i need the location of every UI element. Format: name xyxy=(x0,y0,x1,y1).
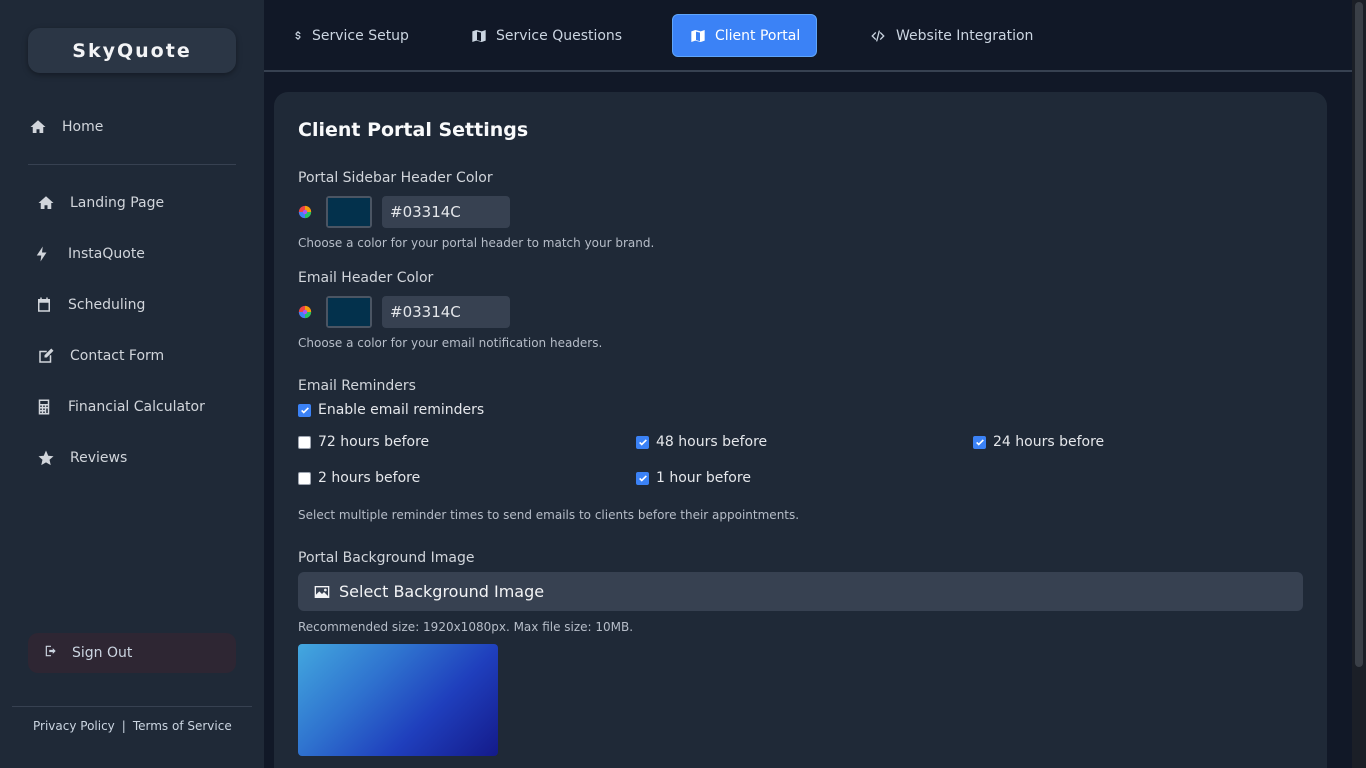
checkbox-label: Enable email reminders xyxy=(318,402,485,418)
swatch-fill xyxy=(328,298,370,326)
bolt-icon xyxy=(32,244,52,264)
home-icon xyxy=(28,117,48,137)
tab-service-setup[interactable]: Service Setup xyxy=(276,14,425,57)
page-title: Client Portal Settings xyxy=(298,119,529,141)
background-image-preview xyxy=(298,644,498,756)
sidebar-item-home[interactable]: Home xyxy=(28,107,236,147)
sidebar-color-label: Portal Sidebar Header Color xyxy=(298,170,493,186)
calendar-icon xyxy=(34,295,54,315)
checkbox-unchecked[interactable] xyxy=(298,471,311,485)
checkbox-checked[interactable] xyxy=(636,471,649,485)
background-image-help: Recommended size: 1920x1080px. Max file … xyxy=(298,620,634,634)
sidebar-item-label: Home xyxy=(62,119,104,135)
sidebar-item-label: Scheduling xyxy=(68,297,146,313)
sidebar-divider xyxy=(28,164,236,165)
image-icon xyxy=(314,585,330,598)
footer-links: Privacy Policy | Terms of Service xyxy=(33,719,232,733)
checkbox-unchecked[interactable] xyxy=(298,435,311,449)
tab-bar: Service Setup Service Questions Client P… xyxy=(264,0,1352,72)
select-background-image-button[interactable]: Select Background Image xyxy=(298,572,1303,611)
tab-website-integration[interactable]: Website Integration xyxy=(852,14,1049,57)
map-icon xyxy=(691,29,705,42)
reminder-48-hours-checkbox[interactable]: 48 hours before xyxy=(636,434,767,450)
enable-reminders-checkbox[interactable]: Enable email reminders xyxy=(298,402,484,418)
checkbox-label: 1 hour before xyxy=(656,470,751,486)
calculator-icon xyxy=(34,397,54,417)
scrollbar-thumb[interactable] xyxy=(1355,2,1363,667)
email-color-row: #03314C xyxy=(298,295,510,329)
checkbox-checked[interactable] xyxy=(636,435,649,449)
email-color-help: Choose a color for your email notificati… xyxy=(298,336,603,350)
checkbox-label: 72 hours before xyxy=(318,434,430,450)
sidebar-item-landing-page[interactable]: Landing Page xyxy=(36,183,244,223)
sign-out-label: Sign Out xyxy=(72,645,133,661)
email-color-input[interactable]: #03314C xyxy=(382,296,510,328)
tab-label: Website Integration xyxy=(896,27,1034,44)
privacy-policy-link[interactable]: Privacy Policy xyxy=(33,719,115,733)
sign-out-icon xyxy=(44,644,58,662)
tab-label: Client Portal xyxy=(715,27,801,44)
checkbox-label: 48 hours before xyxy=(656,434,768,450)
reminder-24-hours-checkbox[interactable]: 24 hours before xyxy=(973,434,1104,450)
background-image-label: Portal Background Image xyxy=(298,550,475,566)
tab-label: Service Questions xyxy=(496,27,623,44)
sign-out-button[interactable]: Sign Out xyxy=(28,633,236,673)
sidebar: SkyQuote Home Landing Page InstaQuote Sc… xyxy=(0,0,264,768)
reminder-2-hours-checkbox[interactable]: 2 hours before xyxy=(298,470,420,486)
sidebar-item-label: Landing Page xyxy=(70,195,165,211)
color-palette-icon xyxy=(298,205,312,219)
checkbox-checked[interactable] xyxy=(973,435,986,449)
sidebar-item-label: Financial Calculator xyxy=(68,399,205,415)
sidebar-item-contact-form[interactable]: Contact Form xyxy=(36,336,244,376)
terms-of-service-link[interactable]: Terms of Service xyxy=(133,719,232,733)
sidebar-item-instaquote[interactable]: InstaQuote xyxy=(32,234,240,274)
sidebar-item-reviews[interactable]: Reviews xyxy=(36,438,244,478)
sidebar-item-label: InstaQuote xyxy=(68,246,145,262)
brand-logo[interactable]: SkyQuote xyxy=(28,28,236,73)
select-background-image-label: Select Background Image xyxy=(339,582,545,601)
star-icon xyxy=(36,448,56,468)
home-icon xyxy=(36,193,56,213)
sidebar-item-label: Reviews xyxy=(70,450,128,466)
footer-separator: | xyxy=(121,719,126,733)
email-reminders-label: Email Reminders xyxy=(298,378,416,394)
sidebar-color-row: #03314C xyxy=(298,195,510,229)
checkbox-checked[interactable] xyxy=(298,403,311,417)
code-icon xyxy=(871,30,885,41)
sidebar-color-input[interactable]: #03314C xyxy=(382,196,510,228)
checkbox-label: 24 hours before xyxy=(993,434,1105,450)
dollar-icon xyxy=(295,30,301,40)
tab-service-questions[interactable]: Service Questions xyxy=(454,14,638,57)
checkbox-label: 2 hours before xyxy=(318,470,421,486)
map-icon xyxy=(472,29,486,42)
client-portal-settings-card: Client Portal Settings Portal Sidebar He… xyxy=(274,92,1327,768)
tab-client-portal[interactable]: Client Portal xyxy=(672,14,818,57)
swatch-fill xyxy=(328,198,370,226)
sidebar-item-scheduling[interactable]: Scheduling xyxy=(34,285,242,325)
reminder-1-hour-checkbox[interactable]: 1 hour before xyxy=(636,470,751,486)
color-palette-icon xyxy=(298,305,312,319)
email-color-swatch[interactable] xyxy=(326,296,372,328)
reminder-72-hours-checkbox[interactable]: 72 hours before xyxy=(298,434,429,450)
sidebar-item-label: Contact Form xyxy=(70,348,165,364)
tab-label: Service Setup xyxy=(312,27,409,44)
reminders-help: Select multiple reminder times to send e… xyxy=(298,508,800,522)
edit-icon xyxy=(36,346,56,366)
sidebar-color-help: Choose a color for your portal header to… xyxy=(298,236,655,250)
sidebar-color-swatch[interactable] xyxy=(326,196,372,228)
email-color-label: Email Header Color xyxy=(298,270,434,286)
page-scrollbar[interactable] xyxy=(1352,0,1366,768)
footer-divider xyxy=(12,706,252,707)
sidebar-item-financial-calculator[interactable]: Financial Calculator xyxy=(34,387,242,427)
